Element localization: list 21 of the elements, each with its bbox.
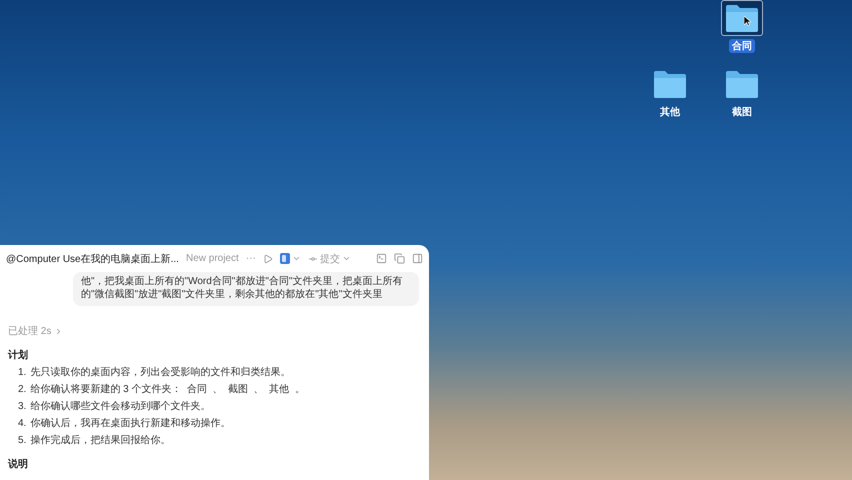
item-number: 1.	[18, 367, 26, 379]
folder-label: 截图	[731, 106, 753, 119]
plan-step: 你确认后，我再在桌面执行新建和移动操作。	[30, 418, 230, 430]
item-number: 2.	[18, 384, 26, 396]
chat-title: @Computer Use在我的电脑桌面上新...	[6, 252, 179, 266]
section-heading: 说明	[8, 458, 29, 471]
section-heading: 计划	[8, 348, 29, 362]
commit-button[interactable]: 提交	[308, 252, 351, 266]
item-number: 3.	[18, 401, 26, 413]
project-name: New project	[186, 253, 239, 264]
more-button[interactable]: ···	[246, 253, 256, 264]
folder-label: 其他	[659, 106, 681, 119]
item-number: 4.	[18, 418, 26, 430]
processed-toggle[interactable]: 已处理 2s	[8, 324, 64, 338]
plan-step: 给你确认哪些文件会移动到哪个文件夹。	[30, 401, 210, 413]
plan-step: 给你确认将要新建的 3 个文件夹： 合同 、 截图 、 其他 。	[30, 384, 305, 396]
plan-step: 操作完成后，把结果回报给你。	[30, 435, 170, 447]
folder-label: 合同	[729, 39, 755, 53]
user-message: 他"，把我桌面上所有的"Word合同"都放进"合同"文件夹里，把桌面上所有的"微信截图"放进"截图"文件夹里，剩余其他的都放在"其他"文件夹里	[73, 272, 419, 306]
item-number: 5.	[18, 435, 26, 447]
plan-step: 先只读取你的桌面内容，列出会受影响的文件和归类结果。	[30, 367, 290, 379]
